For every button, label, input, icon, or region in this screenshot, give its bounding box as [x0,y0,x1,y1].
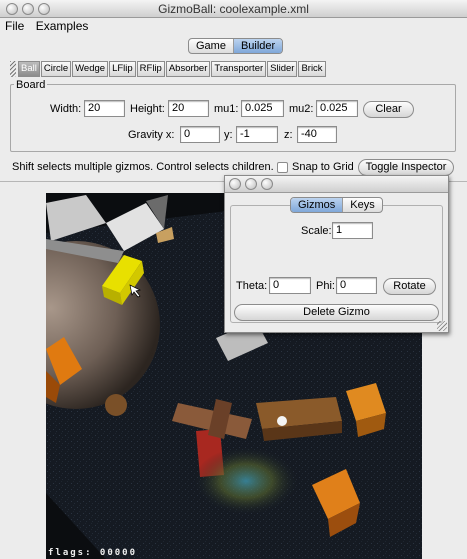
gravity-y-field[interactable]: -1 [236,126,278,143]
board-group [10,84,456,152]
clear-button[interactable]: Clear [363,101,414,118]
mode-tabs: Game Builder [188,38,284,54]
gizmo-wedge-button[interactable]: Wedge [72,61,109,77]
gizmo-circle-button[interactable]: Circle [40,61,72,77]
menu-examples[interactable]: Examples [36,19,89,33]
resize-grip-icon[interactable] [437,321,447,331]
gizmo-ball-button[interactable]: Ball [18,61,40,77]
inspector-titlebar[interactable] [225,176,448,193]
gizmo-lflip-button[interactable]: LFlip [109,61,136,77]
snap-to-grid-checkbox[interactable] [277,162,288,173]
window-titlebar[interactable]: GizmoBall: coolexample.xml [0,0,467,18]
flags-readout: flags: 00000 [48,548,138,558]
inspector-window: Gizmos Keys Scale: 1 Theta: 0 Phi: 0 Rot… [224,175,449,333]
height-field[interactable]: 20 [168,100,209,117]
rotate-button[interactable]: Rotate [383,278,436,295]
phi-field[interactable]: 0 [336,277,377,294]
delete-gizmo-button[interactable]: Delete Gizmo [234,304,439,321]
theta-field[interactable]: 0 [269,277,311,294]
gizmo-rflip-button[interactable]: RFlip [136,61,165,77]
inspector-tabs: Gizmos Keys [290,197,383,213]
gizmo-transporter-button[interactable]: Transporter [211,61,267,77]
inspector-close-icon[interactable] [229,178,241,190]
tab-builder[interactable]: Builder [233,39,283,53]
inspector-minimize-icon[interactable] [245,178,257,190]
tab-gizmos[interactable]: Gizmos [291,198,344,212]
mu1-label: mu1: [214,103,239,115]
ball [277,416,287,426]
zoom-window-icon[interactable] [38,3,50,15]
phi-label: Phi: [316,280,335,292]
inspector-zoom-icon[interactable] [261,178,273,190]
smoke-particles [194,447,298,515]
gravity-z-field[interactable]: -40 [297,126,337,143]
close-window-icon[interactable] [6,3,18,15]
gizmo-toolbar: Ball Circle Wedge LFlip RFlip Absorber T… [10,60,327,78]
mu1-field[interactable]: 0.025 [241,100,284,117]
theta-label: Theta: [236,280,268,292]
board-legend: Board [14,79,48,91]
scale-field[interactable]: 1 [332,222,373,239]
mu2-field[interactable]: 0.025 [316,100,358,117]
toggle-inspector-button[interactable]: Toggle Inspector [358,159,454,176]
tab-keys[interactable]: Keys [343,198,381,212]
snap-to-grid-label: Snap to Grid [292,161,354,173]
gravity-x-field[interactable]: 0 [180,126,220,143]
mu2-label: mu2: [289,103,314,115]
width-field[interactable]: 20 [84,100,125,117]
minimize-window-icon[interactable] [22,3,34,15]
gizmo-absorber-button[interactable]: Absorber [165,61,211,77]
menu-file[interactable]: File [5,19,24,33]
gravity-z-label: z: [284,129,293,141]
menu-bar: File Examples [0,18,467,35]
gravity-x-label: Gravity x: [128,129,175,141]
toolbar-grip-icon[interactable] [10,61,16,77]
tab-game[interactable]: Game [189,39,234,53]
window-title: GizmoBall: coolexample.xml [158,2,309,16]
selection-hint-text: Shift selects multiple gizmos. Control s… [12,161,274,173]
scale-label: Scale: [301,225,332,237]
height-label: Height: [130,103,165,115]
width-label: Width: [50,103,82,115]
gravity-y-label: y: [224,129,233,141]
gizmo-brick-button[interactable]: Brick [298,61,326,77]
gizmo-slider-button[interactable]: Slider [267,61,298,77]
circle-bumper [105,394,127,416]
